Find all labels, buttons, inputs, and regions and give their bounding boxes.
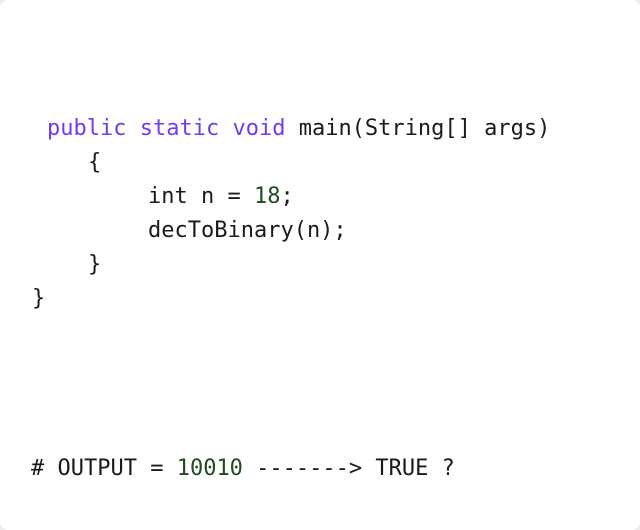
method-call: decToBinary(n); xyxy=(148,218,347,243)
outer-close-brace: } xyxy=(32,286,46,311)
method-name: main(String[] args) xyxy=(298,116,551,141)
open-brace: { xyxy=(88,150,102,175)
method-call-line: decToBinary(n); xyxy=(148,217,347,245)
inner-close-brace: } xyxy=(88,252,102,277)
code-card: public static void main(String[] args) {… xyxy=(0,0,640,530)
int-value: 18 xyxy=(253,184,281,209)
open-brace-line: { xyxy=(88,149,101,177)
int-declaration-prefix: int n = xyxy=(148,184,254,209)
inner-close-brace-line: } xyxy=(88,251,101,279)
int-declaration-line: int n = 18; xyxy=(148,183,294,211)
output-prefix: # OUTPUT = xyxy=(31,456,177,481)
keyword-void: void xyxy=(232,116,286,141)
method-signature-line: public static void main(String[] args) xyxy=(47,115,550,143)
int-declaration-suffix: ; xyxy=(280,184,294,209)
outer-close-brace-line: } xyxy=(32,285,45,313)
output-value: 10010 xyxy=(176,456,243,481)
output-suffix: -------> TRUE ? xyxy=(242,456,455,481)
keyword-public: public xyxy=(47,116,127,141)
keyword-static: static xyxy=(139,116,220,141)
output-line: # OUTPUT = 10010 -------> TRUE ? xyxy=(31,455,455,483)
code-block: public static void main(String[] args) {… xyxy=(0,0,640,530)
